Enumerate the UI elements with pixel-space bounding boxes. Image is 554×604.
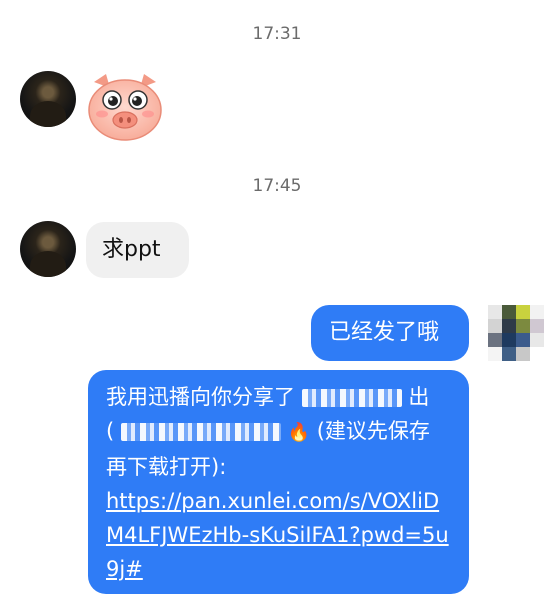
timestamp: 17:45 (252, 176, 302, 196)
redacted-file-name (301, 389, 402, 407)
outgoing-share-bubble[interactable]: 我用迅播向你分享了 出 ( 🔥 (建议先保存 再下载打开): https://p… (88, 370, 469, 594)
open-advice-text: 再下载打开): (106, 455, 227, 479)
timestamp: 17:31 (252, 24, 302, 44)
fire-emoji-icon: 🔥 (287, 422, 310, 443)
contact-avatar[interactable] (20, 71, 76, 127)
message-text: 已经发了哦 (329, 320, 440, 345)
redacted-file-detail (120, 423, 281, 441)
share-line: 再下载打开): (106, 450, 451, 484)
share-intro-text: 我用迅播向你分享了 (106, 385, 295, 409)
contact-avatar[interactable] (20, 221, 76, 277)
user-avatar[interactable] (488, 305, 544, 361)
paren-open: ( (106, 419, 115, 443)
pig-face-sticker-icon[interactable] (86, 70, 164, 142)
share-line: 我用迅播向你分享了 出 (106, 380, 451, 414)
incoming-message-bubble[interactable]: 求ppt (86, 222, 189, 278)
save-advice-text: (建议先保存 (316, 419, 430, 443)
share-link[interactable]: https://pan.xunlei.com/s/VOXliDM4LFJWEzH… (106, 484, 451, 586)
message-text: 求ppt (102, 237, 161, 262)
outgoing-message-bubble[interactable]: 已经发了哦 (311, 305, 469, 361)
share-line: ( 🔥 (建议先保存 (106, 414, 451, 450)
share-intro-end: 出 (408, 385, 430, 409)
